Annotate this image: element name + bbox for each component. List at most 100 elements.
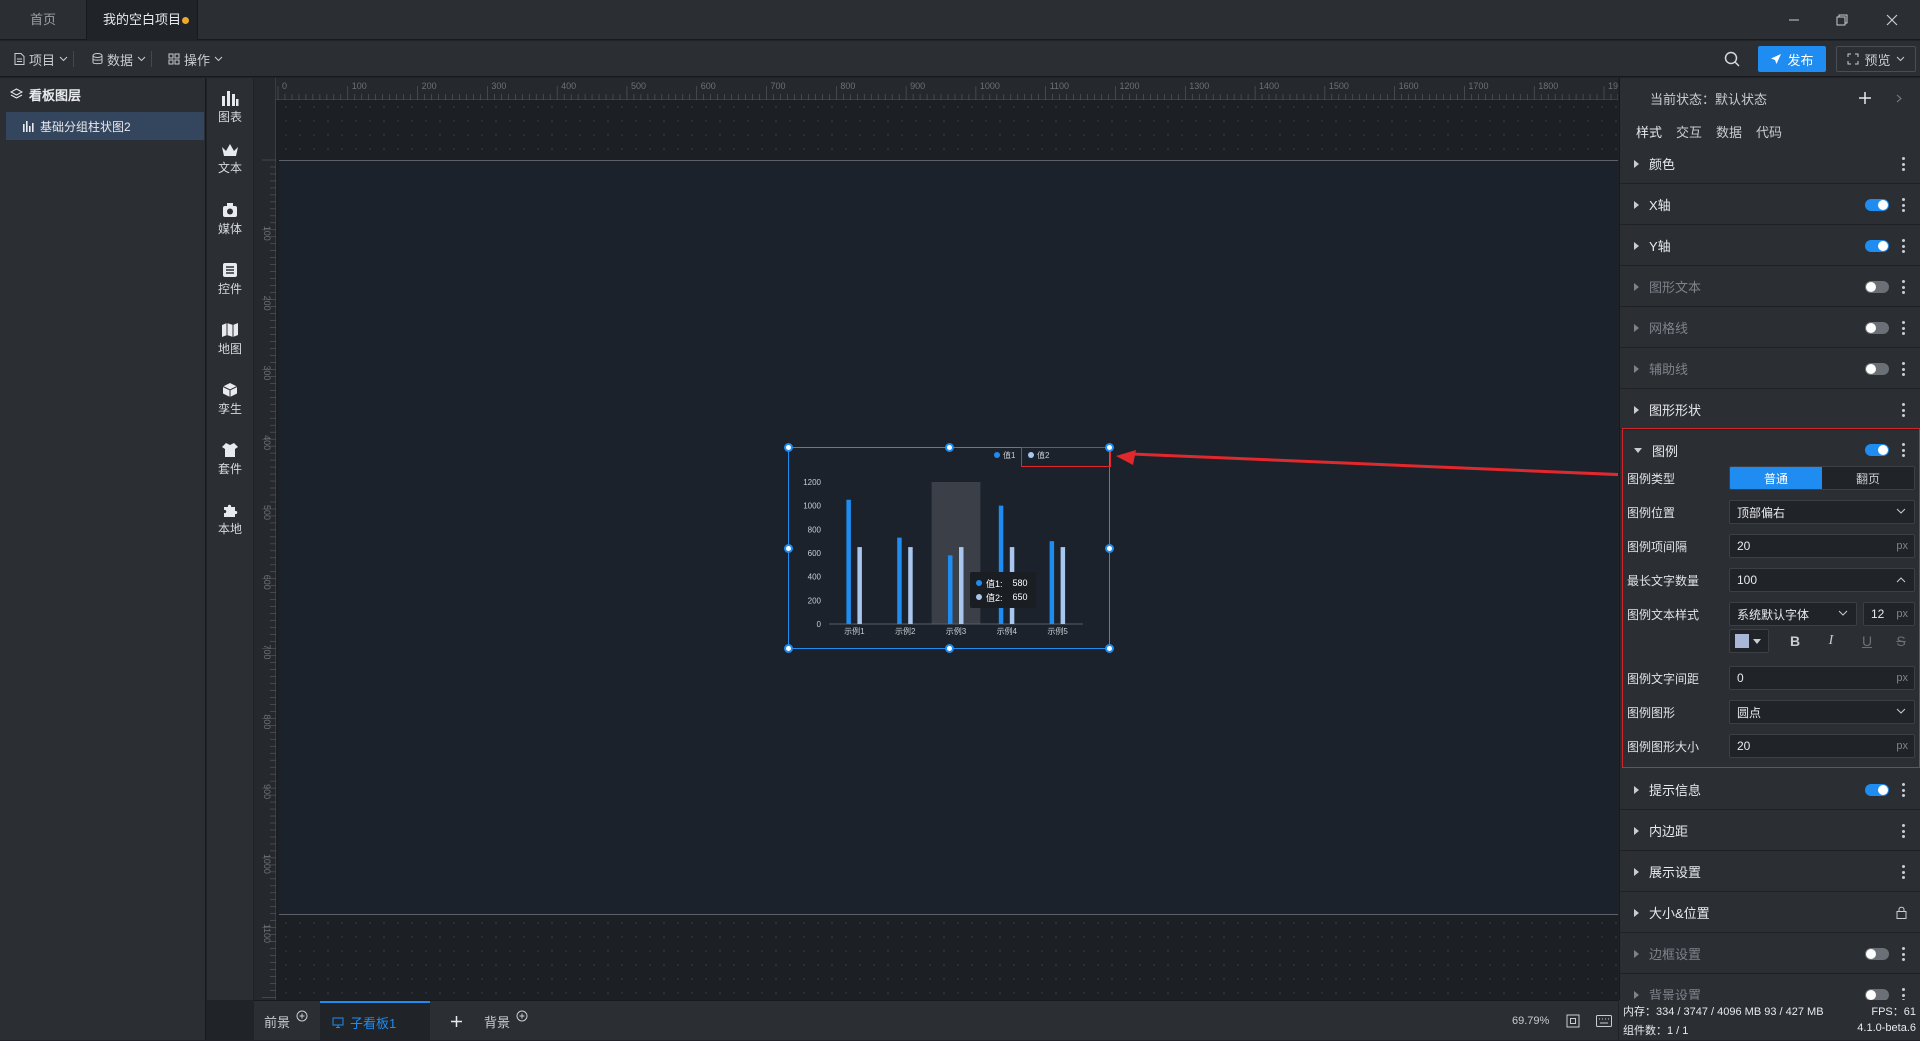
- resize-handle-se[interactable]: [1105, 644, 1114, 653]
- section-item[interactable]: 内边距: [1620, 811, 1920, 851]
- more-icon[interactable]: [1902, 824, 1905, 838]
- add-board-button[interactable]: [450, 1001, 463, 1041]
- resize-handle-n[interactable]: [945, 443, 954, 452]
- section-toggle[interactable]: [1865, 281, 1889, 293]
- more-icon[interactable]: [1902, 947, 1905, 961]
- series1-dot-icon: [976, 580, 982, 586]
- tab-project[interactable]: 我的空白项目: [86, 0, 198, 40]
- zoom-level[interactable]: 69.79%: [1512, 1001, 1549, 1041]
- more-icon[interactable]: [1902, 198, 1905, 212]
- legend-type-paged[interactable]: 翻页: [1822, 467, 1914, 489]
- close-window-button[interactable]: [1868, 0, 1916, 40]
- more-icon[interactable]: [1902, 362, 1905, 376]
- lock-icon[interactable]: [1896, 906, 1907, 919]
- tab-home[interactable]: 首页: [0, 0, 86, 40]
- tab-background[interactable]: 背景: [484, 1001, 528, 1041]
- fit-screen-button[interactable]: [1566, 1001, 1580, 1041]
- preview-button[interactable]: 预览: [1836, 46, 1916, 72]
- x-tick-label: 示例3: [946, 626, 967, 636]
- horizontal-ruler[interactable]: 0 100 200 300 400 500 600 700 800 900 1000 1100 1200…: [254, 78, 1618, 100]
- tool-media[interactable]: 媒体: [207, 194, 253, 244]
- more-icon[interactable]: [1902, 403, 1905, 417]
- section-item[interactable]: 大小&位置: [1620, 893, 1920, 933]
- resize-handle-s[interactable]: [945, 644, 954, 653]
- more-icon[interactable]: [1902, 157, 1905, 171]
- section-item[interactable]: 展示设置: [1620, 852, 1920, 892]
- add-circle-icon[interactable]: [296, 1010, 308, 1022]
- section-item[interactable]: 背景设置: [1620, 975, 1920, 1000]
- search-button[interactable]: [1724, 51, 1740, 67]
- legend-type-normal[interactable]: 普通: [1730, 467, 1822, 489]
- add-circle-icon[interactable]: [516, 1010, 528, 1022]
- section-item[interactable]: 辅助线: [1620, 349, 1920, 389]
- y-tick-label: 400: [808, 573, 822, 582]
- italic-button[interactable]: I: [1819, 629, 1843, 653]
- tool-twin[interactable]: 孪生: [207, 374, 253, 424]
- section-item[interactable]: 图形形状: [1620, 390, 1920, 430]
- section-toggle[interactable]: [1865, 240, 1889, 252]
- legend-shape-size-input[interactable]: 20 px: [1729, 734, 1915, 758]
- vertical-ruler[interactable]: 100 200 300 400 500 600 700 800 900 1000 1100: [254, 78, 276, 1000]
- section-item[interactable]: Y轴: [1620, 226, 1920, 266]
- section-toggle[interactable]: [1865, 363, 1889, 375]
- tool-kit[interactable]: 套件: [207, 434, 253, 484]
- resize-handle-w[interactable]: [784, 544, 793, 553]
- keyboard-button[interactable]: [1596, 1001, 1612, 1041]
- tool-text[interactable]: 文本: [207, 134, 253, 184]
- section-item[interactable]: 图形文本: [1620, 267, 1920, 307]
- text-color-picker[interactable]: [1729, 629, 1769, 653]
- tool-local[interactable]: 本地: [207, 494, 253, 544]
- resize-handle-ne[interactable]: [1105, 443, 1114, 452]
- bar-chart-widget[interactable]: 0 200 400 600 800 1000 1200 示例1 示例2 示例3 示例4 示例5 值1 值2…: [784, 443, 1114, 653]
- legend-spacing-input[interactable]: 0 px: [1729, 666, 1915, 690]
- more-icon[interactable]: [1902, 783, 1905, 797]
- section-toggle[interactable]: [1865, 199, 1889, 211]
- tooltip-label: 值1:: [986, 578, 1003, 589]
- tab-foreground[interactable]: 前景: [264, 1001, 308, 1041]
- resize-handle-e[interactable]: [1105, 544, 1114, 553]
- resize-handle-sw[interactable]: [784, 644, 793, 653]
- strikethrough-button[interactable]: S: [1889, 629, 1913, 653]
- section-toggle[interactable]: [1865, 322, 1889, 334]
- menu-data[interactable]: 数据: [92, 41, 153, 77]
- tool-map[interactable]: 地图: [207, 314, 253, 364]
- more-icon[interactable]: [1902, 865, 1905, 879]
- canvas-grid-bottom: [279, 916, 1618, 1000]
- legend-gap-input[interactable]: 20 px: [1729, 534, 1915, 558]
- tab-board-1-label: 子看板1: [350, 1015, 397, 1031]
- tool-chart[interactable]: 图表: [207, 82, 253, 132]
- tab-board-1[interactable]: 子看板1: [320, 1001, 430, 1041]
- tool-control[interactable]: 控件: [207, 254, 253, 304]
- canvas-area[interactable]: 0 100 200 300 400 500 600 700 800 900 1000 1100 1200…: [254, 78, 1618, 1000]
- section-item[interactable]: 提示信息: [1620, 770, 1920, 810]
- section-item[interactable]: X轴: [1620, 185, 1920, 225]
- minimize-button[interactable]: [1770, 0, 1818, 40]
- add-state-icon[interactable]: [1858, 91, 1872, 105]
- more-icon[interactable]: [1902, 988, 1905, 1000]
- publish-button[interactable]: 发布: [1758, 46, 1826, 72]
- legend-fontsize-input[interactable]: 12 px: [1863, 602, 1915, 626]
- menu-operation[interactable]: 操作: [168, 41, 223, 77]
- section-toggle[interactable]: [1865, 989, 1889, 1000]
- legend-position-select[interactable]: 顶部偏右: [1729, 500, 1915, 524]
- legend-shape-select[interactable]: 圆点: [1729, 700, 1915, 724]
- legend-font-select[interactable]: 系统默认字体: [1729, 602, 1857, 626]
- state-row: 当前状态：默认状态: [1620, 78, 1920, 118]
- chevron-right-icon[interactable]: [1896, 94, 1902, 103]
- stepper-up-icon[interactable]: [1896, 576, 1906, 584]
- legend-maxlen-input[interactable]: 100: [1729, 568, 1915, 592]
- section-toggle[interactable]: [1865, 948, 1889, 960]
- layer-item[interactable]: 基础分组柱状图2: [6, 112, 204, 140]
- more-icon[interactable]: [1902, 321, 1905, 335]
- section-toggle[interactable]: [1865, 784, 1889, 796]
- more-icon[interactable]: [1902, 280, 1905, 294]
- bold-button[interactable]: B: [1783, 629, 1807, 653]
- restore-button[interactable]: [1818, 0, 1866, 40]
- section-item[interactable]: 颜色: [1620, 144, 1920, 184]
- resize-handle-nw[interactable]: [784, 443, 793, 452]
- section-item[interactable]: 网格线: [1620, 308, 1920, 348]
- underline-button[interactable]: U: [1855, 629, 1879, 653]
- menu-project[interactable]: 项目: [14, 41, 75, 77]
- more-icon[interactable]: [1902, 239, 1905, 253]
- section-item[interactable]: 边框设置: [1620, 934, 1920, 974]
